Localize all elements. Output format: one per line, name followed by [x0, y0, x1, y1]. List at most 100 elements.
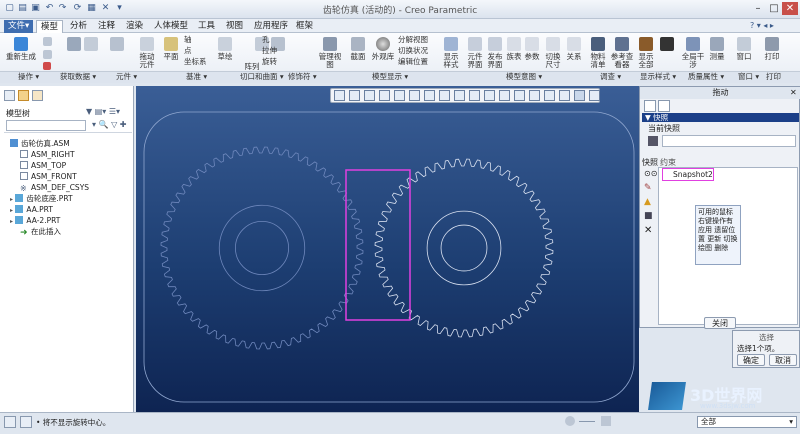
edit-position-button[interactable]: 编辑位置: [398, 58, 438, 66]
group-modifiers[interactable]: 修饰符 ▾: [288, 72, 317, 82]
tab-render[interactable]: 渲染: [122, 20, 147, 33]
paste-button[interactable]: [40, 50, 54, 61]
snapshot-item[interactable]: Snapshot2: [662, 168, 714, 181]
window-button[interactable]: 窗口: [734, 37, 754, 61]
tree-item-insert-here[interactable]: ➜ 在此插入: [20, 226, 61, 238]
warning-icon[interactable]: ▲: [644, 197, 651, 207]
tab-manikin[interactable]: 人体模型: [150, 20, 192, 33]
pause-icon[interactable]: [589, 90, 600, 101]
graphics-viewport[interactable]: [136, 86, 639, 412]
reference-viewer-button[interactable]: 参考查看器: [610, 37, 634, 69]
tree-item-csys[interactable]: ※ ASM_DEF_CSYS: [20, 182, 89, 193]
selection-status-icon[interactable]: [601, 416, 611, 426]
repaint-icon[interactable]: [379, 90, 390, 101]
refit-icon[interactable]: [334, 90, 345, 101]
saved-views-icon[interactable]: [409, 90, 420, 101]
spin-center-icon[interactable]: [529, 90, 540, 101]
csys-button[interactable]: 坐标系: [184, 58, 214, 66]
snapshot-name-input[interactable]: [662, 135, 796, 147]
view-manager-icon[interactable]: [424, 90, 435, 101]
tab-applications[interactable]: 应用程序: [250, 20, 292, 33]
show-all-button[interactable]: 显示全部: [636, 37, 656, 69]
expand-icon[interactable]: ▸: [10, 218, 13, 225]
hole-button[interactable]: 孔: [262, 36, 284, 44]
pattern-button[interactable]: 阵列: [244, 63, 260, 71]
tree-item-asm-top[interactable]: ASM_TOP: [20, 160, 66, 171]
favorites-tab-icon[interactable]: [32, 90, 43, 101]
group-get-data[interactable]: 获取数据 ▾: [60, 72, 96, 82]
selection-filter-select[interactable]: 全部 ▾: [697, 416, 797, 428]
group-display-style[interactable]: 显示样式 ▾: [640, 72, 676, 82]
group-cut-surface[interactable]: 切口和曲面 ▾: [240, 72, 284, 82]
tab-tools[interactable]: 工具: [194, 20, 219, 33]
print-button[interactable]: 打印: [762, 37, 782, 61]
group-window[interactable]: 窗口 ▾: [738, 72, 759, 82]
cancel-button[interactable]: 取消: [769, 354, 797, 366]
drag-mode-icon[interactable]: [574, 90, 585, 101]
plane-button[interactable]: 平面: [162, 37, 180, 61]
revolve-button[interactable]: 旋转: [262, 58, 284, 66]
help-icon[interactable]: ? ▾ ◂ ▸: [750, 21, 794, 31]
annotation-display-icon[interactable]: [514, 90, 525, 101]
delete-icon[interactable]: ✕: [644, 225, 652, 236]
datum-display-icon[interactable]: [454, 90, 465, 101]
sketch-button[interactable]: 草绘: [216, 37, 234, 61]
tab-framework[interactable]: 框架: [292, 20, 317, 33]
expand-icon[interactable]: ▸: [10, 196, 13, 203]
extrude-button[interactable]: 拉伸: [262, 47, 284, 55]
group-print[interactable]: 打印: [766, 72, 781, 82]
axis-display-icon[interactable]: [469, 90, 480, 101]
zoom-out-icon[interactable]: [364, 90, 375, 101]
show-all-2-button[interactable]: [657, 37, 677, 53]
zoom-in-icon[interactable]: [349, 90, 360, 101]
snapshot-section-header[interactable]: ▼ 快照: [642, 113, 799, 122]
camera-icon[interactable]: [648, 136, 658, 146]
folder-tab-icon[interactable]: [18, 90, 29, 101]
copy-button[interactable]: [40, 37, 54, 48]
group-component[interactable]: 元件 ▾: [116, 72, 137, 82]
display-style-icon[interactable]: [394, 90, 405, 101]
point-button[interactable]: 点: [184, 47, 210, 55]
measure-button[interactable]: 测量: [708, 37, 726, 61]
ok-button[interactable]: 确定: [737, 354, 765, 366]
browser-icon[interactable]: [20, 416, 32, 428]
relations-button[interactable]: 关系: [566, 37, 582, 61]
tree-item-assembly[interactable]: 齿轮仿真.ASM: [10, 138, 70, 149]
drag-components-button[interactable]: 拖动元件: [137, 37, 157, 69]
model-tree-tab-icon[interactable]: [4, 90, 15, 101]
publish-interface-button[interactable]: 发布界面: [486, 37, 504, 69]
pan-icon[interactable]: [544, 90, 555, 101]
switch-dimensions-button[interactable]: 切换尺寸: [543, 37, 563, 69]
tree-settings-icons[interactable]: ▼ ▤▾ ☰▾: [86, 107, 130, 116]
parameters-button[interactable]: 参数: [524, 37, 540, 61]
get-data-buttons[interactable]: [62, 37, 102, 53]
dialog-close-icon[interactable]: ✕: [790, 88, 797, 97]
component-buttons[interactable]: [102, 37, 132, 53]
tree-item-aa[interactable]: ▸ AA.PRT: [10, 204, 53, 215]
regenerate-button[interactable]: 重新生成: [6, 37, 36, 61]
group-investigate[interactable]: 调查 ▾: [600, 72, 621, 82]
camera-icon[interactable]: ■: [644, 211, 653, 221]
tab-file[interactable]: 文件▾: [4, 20, 34, 33]
explode-view-button[interactable]: 分解视图: [398, 36, 438, 44]
annotation-orient-icon[interactable]: [559, 90, 570, 101]
tree-item-asm-front[interactable]: ASM_FRONT: [20, 171, 77, 182]
display-style-button[interactable]: 显示样式: [440, 37, 462, 69]
tree-find-icons[interactable]: ▾ 🔍 ▽ ✚: [92, 120, 132, 129]
group-model-intent[interactable]: 模型意图 ▾: [506, 72, 542, 82]
section-button[interactable]: 截面: [348, 37, 368, 61]
appearance-button[interactable]: 外观库: [370, 37, 396, 61]
point-display-icon[interactable]: [484, 90, 495, 101]
tree-item-gear-base[interactable]: ▸ 齿轮底座.PRT: [10, 193, 73, 204]
close-button[interactable]: 关闭: [704, 317, 736, 329]
regen-status-icon[interactable]: [565, 416, 575, 426]
glasses-icon[interactable]: ⊙⊙: [644, 169, 657, 178]
toggle-navigator-icon[interactable]: [4, 416, 16, 428]
axis-button[interactable]: 轴: [184, 36, 210, 44]
bom-button[interactable]: 物料清单: [588, 37, 608, 69]
manage-views-button[interactable]: 管理视图: [316, 37, 344, 69]
tab-view[interactable]: 视图: [222, 20, 247, 33]
group-datum[interactable]: 基准 ▾: [186, 72, 207, 82]
minimize-icon[interactable]: –: [750, 2, 766, 15]
tab-annotate[interactable]: 注释: [94, 20, 119, 33]
